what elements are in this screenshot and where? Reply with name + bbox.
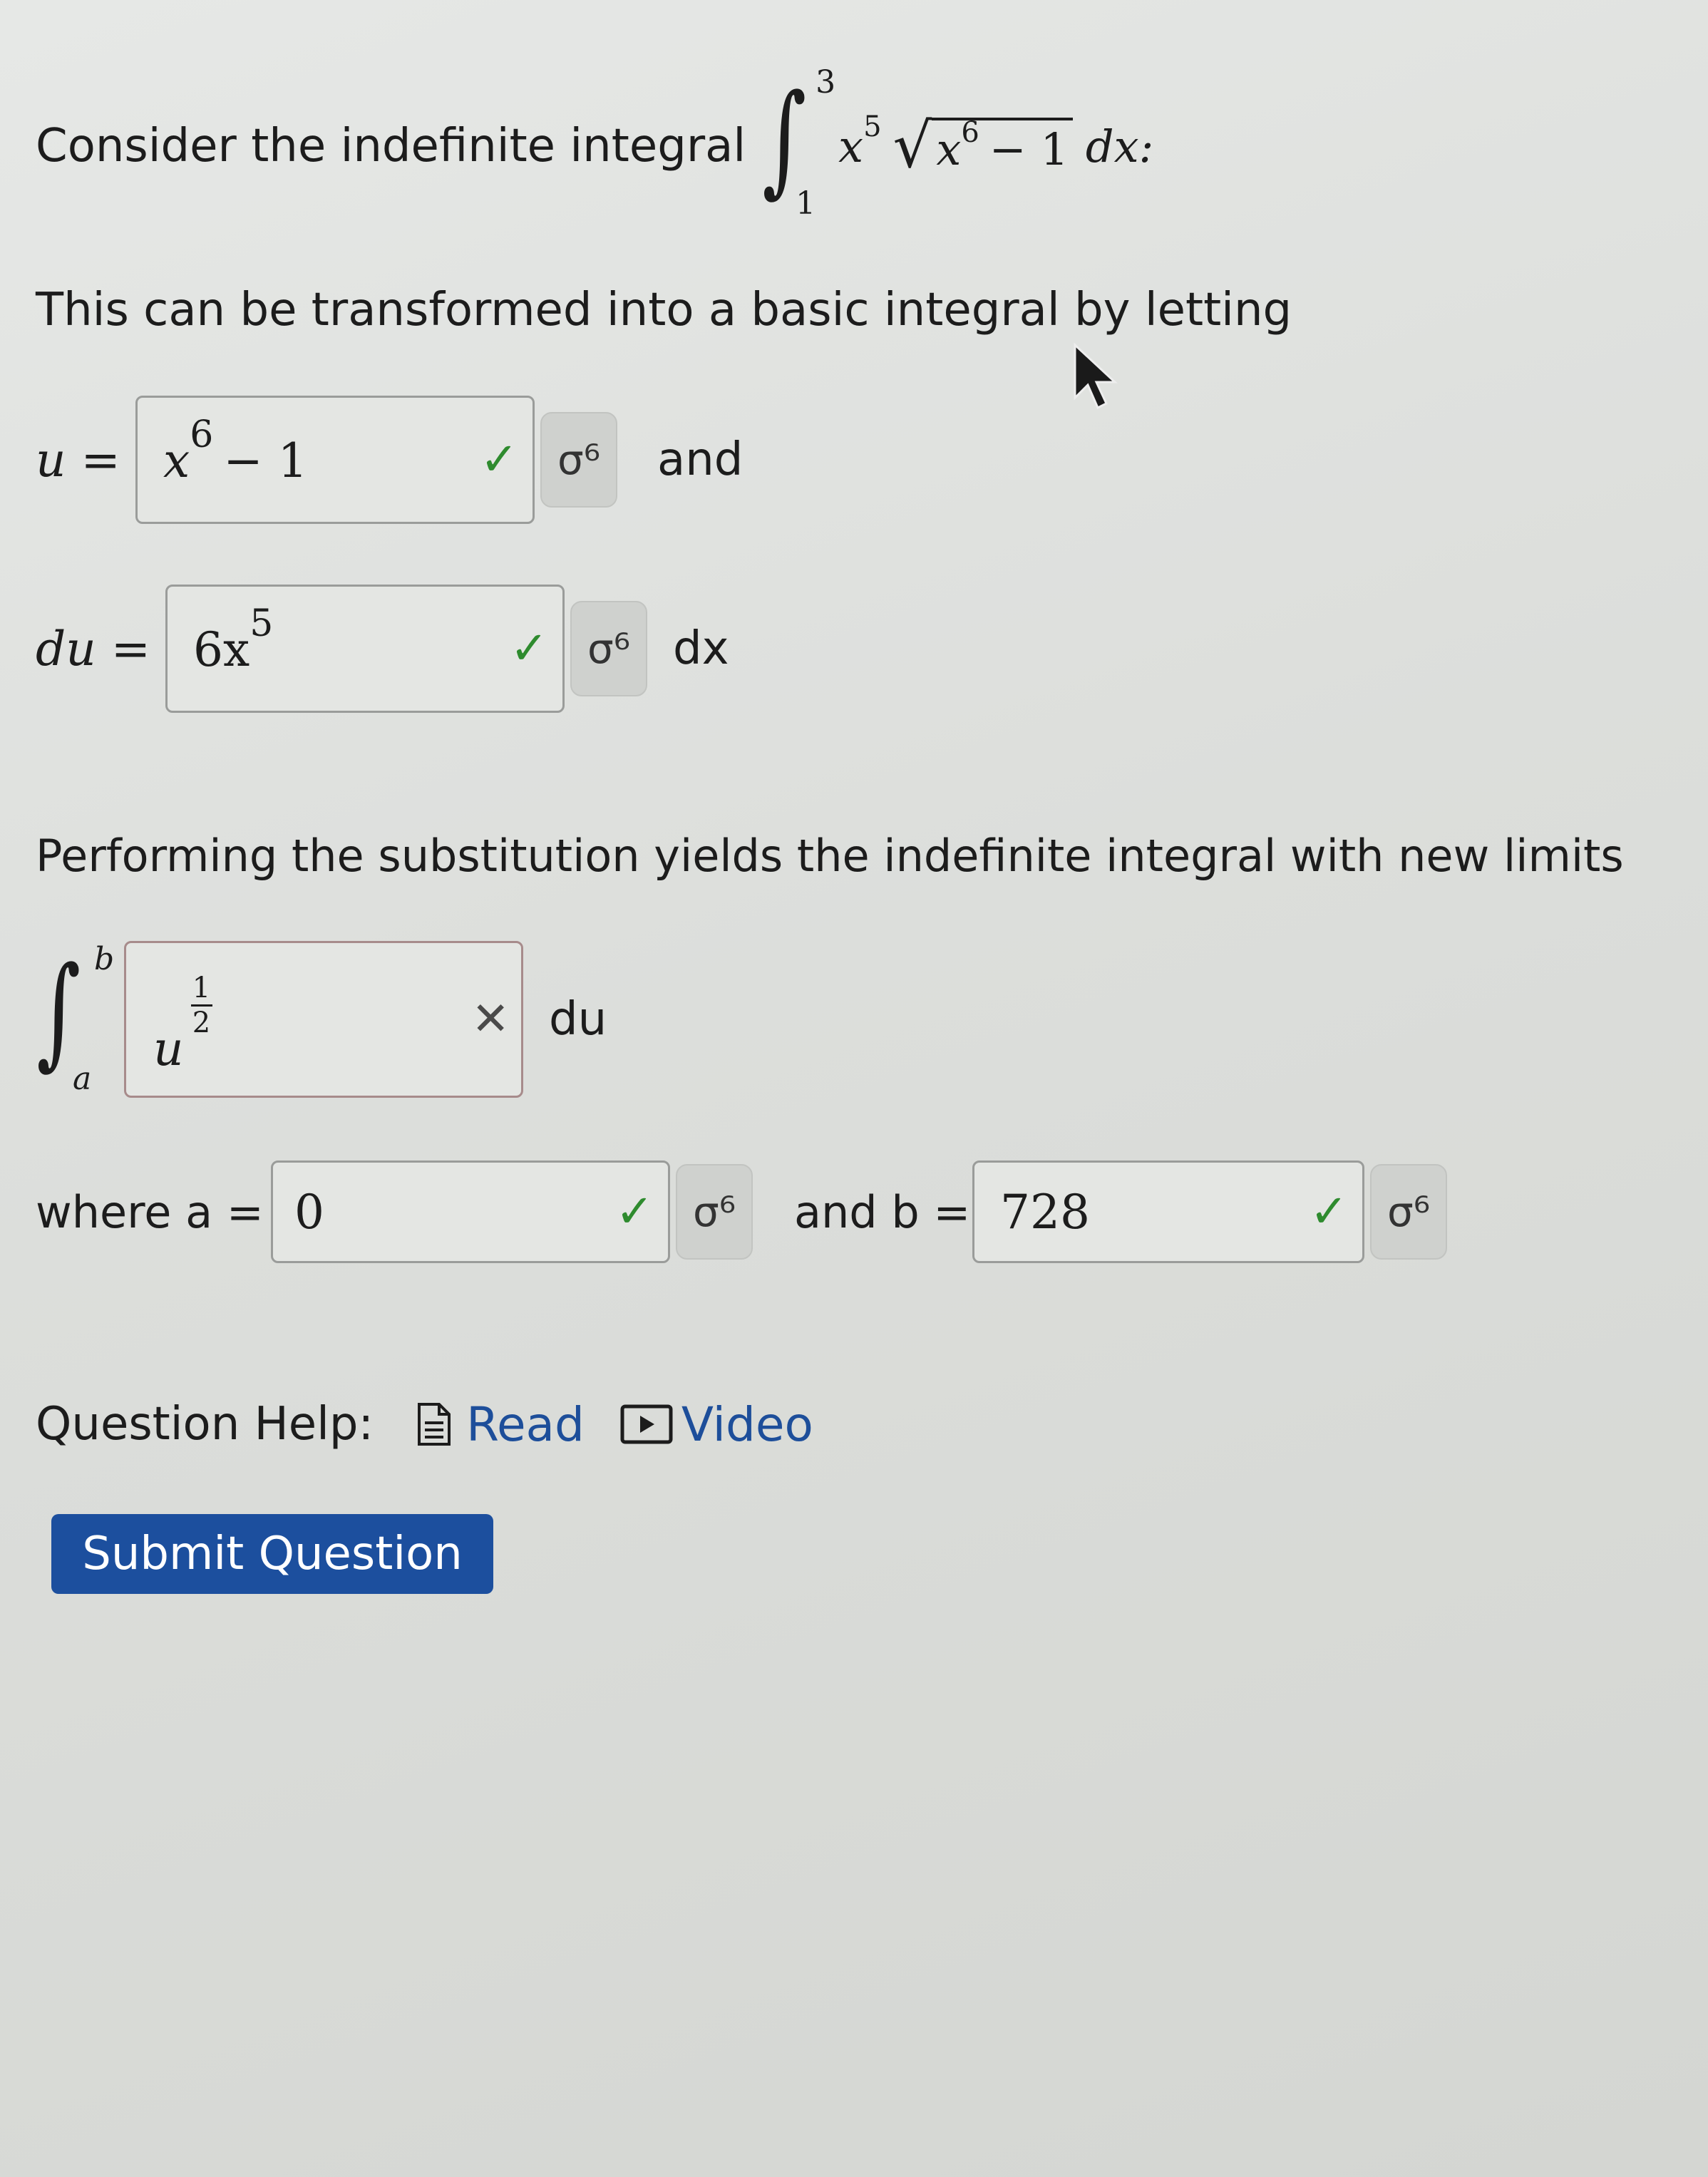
substitution-text: Performing the substitution yields the i… <box>36 829 1624 882</box>
u-preview-button[interactable]: σ⁶ <box>540 412 617 508</box>
a-preview-button[interactable]: σ⁶ <box>676 1164 753 1260</box>
preview-icon: σ⁶ <box>587 624 630 673</box>
document-icon <box>418 1403 451 1446</box>
integrand-exponent: 5 <box>863 110 882 143</box>
play-icon <box>620 1404 673 1444</box>
new-integral-suffix: du <box>549 993 607 1046</box>
du-answer-input[interactable]: 6x 5 ✓ <box>165 585 565 713</box>
integral-sign: ∫ <box>36 941 81 1082</box>
mouse-cursor-icon <box>1074 342 1118 410</box>
u-suffix: and <box>657 433 744 486</box>
new-integral-line: ∫ b a u 1 2 ✕ du <box>36 941 607 1098</box>
lower-limit: 1 <box>796 185 816 222</box>
integrand-answer-value: u 1 2 <box>153 972 212 1076</box>
upper-limit: 3 <box>816 64 836 101</box>
u-value-tail: − 1 <box>223 433 308 488</box>
preview-icon: σ⁶ <box>557 436 600 484</box>
u-line: u = x 6 − 1 ✓ σ⁶ and <box>36 396 743 524</box>
a-label: where a = <box>36 1185 264 1238</box>
integral-statement: Consider the indefinite integral ∫ 3 1 x… <box>36 64 1153 228</box>
correct-check-icon: ✓ <box>480 433 518 486</box>
help-label: Question Help: <box>36 1398 374 1451</box>
u-answer-input[interactable]: x 6 − 1 ✓ <box>135 396 535 524</box>
b-preview-button[interactable]: σ⁶ <box>1370 1164 1447 1260</box>
transform-text: This can be transformed into a basic int… <box>36 284 1292 336</box>
du-value-base: 6x <box>193 622 250 677</box>
exponent-fraction: 1 2 <box>190 972 212 1039</box>
intro-prefix: Consider the indefinite integral <box>36 120 746 173</box>
du-label: du = <box>36 621 151 676</box>
exponent-denominator: 2 <box>192 1007 211 1039</box>
correct-check-icon: ✓ <box>510 622 548 675</box>
u-answer-value: x 6 − 1 <box>163 413 308 488</box>
correct-check-icon: ✓ <box>1310 1185 1348 1238</box>
u-label: u = <box>36 432 120 488</box>
definite-integral: ∫ 3 1 <box>760 64 838 228</box>
sqrt: √ x 6 − 1 <box>893 110 1073 182</box>
a-answer-input[interactable]: 0 ✓ <box>271 1160 670 1263</box>
du-value-exponent: 5 <box>249 602 274 645</box>
radicand-exponent: 6 <box>961 115 979 149</box>
u-value-exponent: 6 <box>190 413 214 456</box>
integrand-base: u <box>153 1021 184 1076</box>
integrand-answer-input[interactable]: u 1 2 ✕ <box>124 941 523 1098</box>
substitution-text-row: Performing the substitution yields the i… <box>36 820 1624 891</box>
differential: dx: <box>1085 120 1154 173</box>
incorrect-cross-icon: ✕ <box>471 993 510 1046</box>
integrand-base: x <box>838 120 864 173</box>
b-answer-input[interactable]: 728 ✓ <box>972 1160 1364 1263</box>
du-preview-button[interactable]: σ⁶ <box>570 601 647 696</box>
preview-icon: σ⁶ <box>1387 1188 1430 1236</box>
radicand: x 6 − 1 <box>932 115 1073 175</box>
du-answer-value: 6x 5 <box>193 602 273 677</box>
read-link[interactable]: Read <box>416 1397 585 1452</box>
b-answer-value: 728 <box>1000 1184 1090 1240</box>
b-label: and b = <box>794 1185 971 1238</box>
question-help: Question Help: Read Video <box>36 1389 813 1460</box>
correct-check-icon: ✓ <box>615 1185 654 1238</box>
radicand-base: x <box>936 123 962 175</box>
u-value-base: x <box>163 433 190 488</box>
du-suffix: dx <box>673 622 729 675</box>
video-link[interactable]: Video <box>620 1397 813 1452</box>
upper-limit-b: b <box>94 941 115 977</box>
preview-icon: σ⁶ <box>692 1188 736 1236</box>
read-label: Read <box>466 1396 585 1452</box>
video-label: Video <box>681 1396 813 1452</box>
sqrt-icon: √ <box>892 110 932 182</box>
submit-question-button[interactable]: Submit Question <box>51 1514 493 1594</box>
du-line: du = 6x 5 ✓ σ⁶ dx <box>36 585 729 713</box>
lower-limit-a: a <box>73 1061 92 1097</box>
integral-sign: ∫ <box>762 68 807 210</box>
new-definite-integral: ∫ b a <box>36 941 124 1098</box>
limits-line: where a = 0 ✓ σ⁶ and b = 728 ✓ σ⁶ <box>36 1160 1447 1263</box>
radicand-tail: − 1 <box>989 123 1069 175</box>
integrand: x 5 <box>838 110 881 173</box>
exponent-numerator: 1 <box>192 972 211 1004</box>
transform-text-row: This can be transformed into a basic int… <box>36 278 1292 342</box>
a-answer-value: 0 <box>294 1184 324 1240</box>
